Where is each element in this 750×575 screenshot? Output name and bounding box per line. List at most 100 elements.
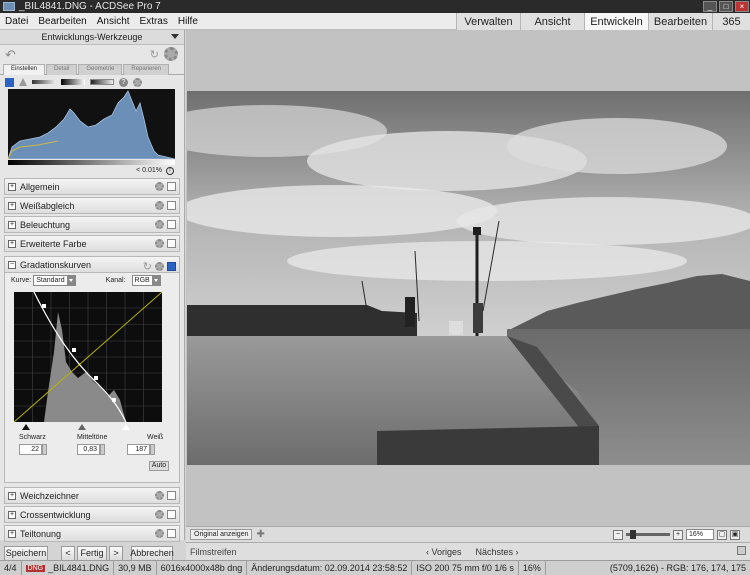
- maximize-icon[interactable]: □: [719, 1, 733, 12]
- chevron-down-icon[interactable]: [66, 275, 76, 286]
- tab-entwickeln[interactable]: Entwickeln: [584, 13, 648, 30]
- section-label: Weißabgleich: [20, 200, 75, 211]
- filmstrip-title[interactable]: Filmstreifen: [190, 547, 237, 557]
- previous-image-link[interactable]: ‹ Voriges: [426, 547, 462, 557]
- enable-checkbox[interactable]: [167, 182, 176, 191]
- gear-icon[interactable]: [155, 491, 164, 500]
- warning-toggle-icon[interactable]: [19, 78, 27, 86]
- kanal-select[interactable]: RGB: [131, 275, 153, 286]
- menu-ansicht[interactable]: Ansicht: [92, 16, 135, 27]
- histogram-toggle-icon[interactable]: [5, 77, 14, 87]
- show-original-button[interactable]: Original anzeigen: [190, 529, 253, 540]
- next-image-link[interactable]: Nächstes ›: [476, 547, 519, 557]
- schwarz-input[interactable]: 22: [19, 444, 42, 455]
- curve-editor[interactable]: [13, 291, 163, 423]
- expand-icon[interactable]: +: [8, 510, 16, 519]
- add-icon[interactable]: ✚: [256, 529, 264, 540]
- zoom-out-icon[interactable]: −: [613, 529, 623, 540]
- section-weissabgleich[interactable]: + Weißabgleich: [4, 197, 180, 214]
- section-gradationskurven[interactable]: − Gradationskurven ↻: [4, 256, 180, 273]
- zoom-in-icon[interactable]: +: [673, 529, 683, 540]
- image-viewer[interactable]: [186, 30, 750, 526]
- tab-geometrie[interactable]: Geometrie: [78, 64, 123, 75]
- gradient-box-icon[interactable]: [90, 79, 114, 85]
- chevron-down-icon[interactable]: [151, 275, 161, 286]
- tab-detail[interactable]: Detail: [46, 64, 78, 75]
- minimize-icon[interactable]: _: [703, 1, 717, 12]
- expand-icon[interactable]: +: [8, 201, 16, 210]
- mode-tabs: Verwalten Ansicht Entwickeln Bearbeiten …: [456, 13, 750, 30]
- enable-checkbox[interactable]: [167, 529, 176, 538]
- gear-icon[interactable]: [155, 201, 164, 210]
- expand-icon[interactable]: +: [8, 182, 16, 191]
- zoom-slider[interactable]: [626, 530, 670, 539]
- zoom-select[interactable]: 16%: [686, 529, 714, 540]
- gear-icon[interactable]: [155, 239, 164, 248]
- next-button[interactable]: >: [109, 545, 123, 561]
- menu-datei[interactable]: Datei: [0, 16, 33, 27]
- menu-hilfe[interactable]: Hilfe: [173, 16, 203, 27]
- enable-checkbox[interactable]: [167, 262, 176, 271]
- photo-preview: [187, 91, 750, 465]
- tab-einstellen[interactable]: Einstellen: [3, 64, 46, 75]
- cancel-button[interactable]: Abbrechen: [130, 545, 174, 561]
- collapse-icon[interactable]: −: [8, 260, 16, 269]
- actual-size-icon[interactable]: ▣: [730, 529, 740, 540]
- gear-icon[interactable]: [133, 77, 142, 87]
- kurve-label: Kurve:: [11, 277, 32, 284]
- white-point-handle[interactable]: [122, 424, 130, 430]
- section-beleuchtung[interactable]: + Beleuchtung: [4, 216, 180, 233]
- gear-icon[interactable]: [155, 182, 164, 191]
- fit-icon[interactable]: ▢: [717, 529, 727, 540]
- tab-reparieren[interactable]: Reparieren: [123, 64, 170, 75]
- expand-icon[interactable]: +: [8, 529, 16, 538]
- channel-slider-icon[interactable]: [32, 80, 56, 84]
- section-label: Weichzeichner: [20, 490, 79, 501]
- panel-header[interactable]: Entwicklungs-Werkzeuge: [0, 30, 184, 45]
- reset-icon[interactable]: ↻: [150, 48, 159, 61]
- enable-checkbox[interactable]: [167, 201, 176, 210]
- reset-icon[interactable]: ↻: [143, 260, 152, 273]
- help-icon[interactable]: ?: [119, 77, 128, 87]
- weiss-stepper[interactable]: [150, 444, 155, 455]
- gear-icon[interactable]: [155, 262, 164, 271]
- expand-icon[interactable]: +: [8, 491, 16, 500]
- section-weichzeichner[interactable]: + Weichzeichner: [4, 487, 180, 504]
- enable-checkbox[interactable]: [167, 491, 176, 500]
- gear-icon[interactable]: [155, 510, 164, 519]
- tab-ansicht[interactable]: Ansicht: [520, 13, 584, 30]
- warning-icon[interactable]: !: [166, 166, 174, 175]
- menu-extras[interactable]: Extras: [135, 16, 173, 27]
- previous-button[interactable]: <: [61, 545, 75, 561]
- schwarz-stepper[interactable]: [42, 444, 47, 455]
- chevron-down-icon[interactable]: [171, 34, 179, 39]
- expand-icon[interactable]: +: [8, 220, 16, 229]
- gear-icon[interactable]: [155, 529, 164, 538]
- tab-verwalten[interactable]: Verwalten: [456, 13, 520, 30]
- undo-icon[interactable]: ↶: [5, 47, 16, 63]
- midtone-handle[interactable]: [78, 424, 86, 430]
- menu-bearbeiten[interactable]: Bearbeiten: [33, 16, 91, 27]
- section-erweiterte-farbe[interactable]: + Erweiterte Farbe: [4, 235, 180, 252]
- gradient-icon[interactable]: [61, 79, 85, 85]
- weiss-input[interactable]: 187: [127, 444, 150, 455]
- enable-checkbox[interactable]: [167, 510, 176, 519]
- kurve-select[interactable]: Standard: [33, 275, 68, 286]
- mitteltoene-stepper[interactable]: [100, 444, 105, 455]
- done-button[interactable]: Fertig: [77, 545, 107, 561]
- auto-button[interactable]: Auto: [149, 461, 169, 471]
- filmstrip-toggle-icon[interactable]: [737, 546, 746, 555]
- section-allgemein[interactable]: + Allgemein: [4, 178, 180, 195]
- enable-checkbox[interactable]: [167, 220, 176, 229]
- tab-bearbeiten[interactable]: Bearbeiten: [648, 13, 712, 30]
- gear-icon[interactable]: [155, 220, 164, 229]
- save-button[interactable]: Speichern: [4, 545, 48, 561]
- section-crossentwicklung[interactable]: + Crossentwicklung: [4, 506, 180, 523]
- close-icon[interactable]: ×: [735, 1, 749, 12]
- tab-365[interactable]: 365: [712, 13, 750, 30]
- black-point-handle[interactable]: [22, 424, 30, 430]
- gear-icon[interactable]: [164, 47, 178, 61]
- enable-checkbox[interactable]: [167, 239, 176, 248]
- expand-icon[interactable]: +: [8, 239, 16, 248]
- mitteltoene-input[interactable]: 0,83: [77, 444, 100, 455]
